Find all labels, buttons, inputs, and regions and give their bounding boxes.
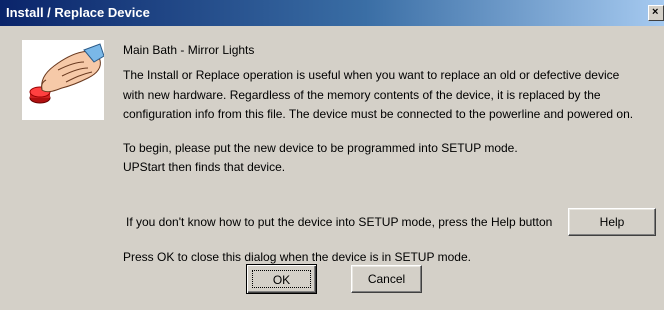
begin-instruction-line: UPStart then finds that device. <box>123 160 286 174</box>
help-prompt: If you don't know how to put the device … <box>126 215 553 229</box>
device-name: Main Bath - Mirror Lights <box>123 43 255 57</box>
hand-pressing-button-icon <box>22 40 105 120</box>
cancel-button[interactable]: Cancel <box>351 265 422 293</box>
ok-button[interactable]: OK <box>246 264 317 294</box>
description-line: configuration info from this file. The d… <box>123 107 634 121</box>
close-icon: × <box>652 6 659 18</box>
begin-instruction-line: To begin, please put the new device to b… <box>123 141 518 155</box>
hand-pressing-button-icon-graphic <box>29 43 105 104</box>
close-instruction: Press OK to close this dialog when the d… <box>123 250 471 264</box>
ok-button-label: OK <box>252 270 311 288</box>
install-replace-dialog: Install / Replace Device × Main Bath - M… <box>0 0 664 310</box>
description-line: The Install or Replace operation is usef… <box>123 68 620 82</box>
title-bar[interactable]: Install / Replace Device × <box>0 0 664 26</box>
close-button[interactable]: × <box>648 5 664 21</box>
help-button[interactable]: Help <box>568 208 656 236</box>
description-line: with new hardware. Regardless of the mem… <box>123 88 601 102</box>
dialog-title: Install / Replace Device <box>6 5 150 20</box>
